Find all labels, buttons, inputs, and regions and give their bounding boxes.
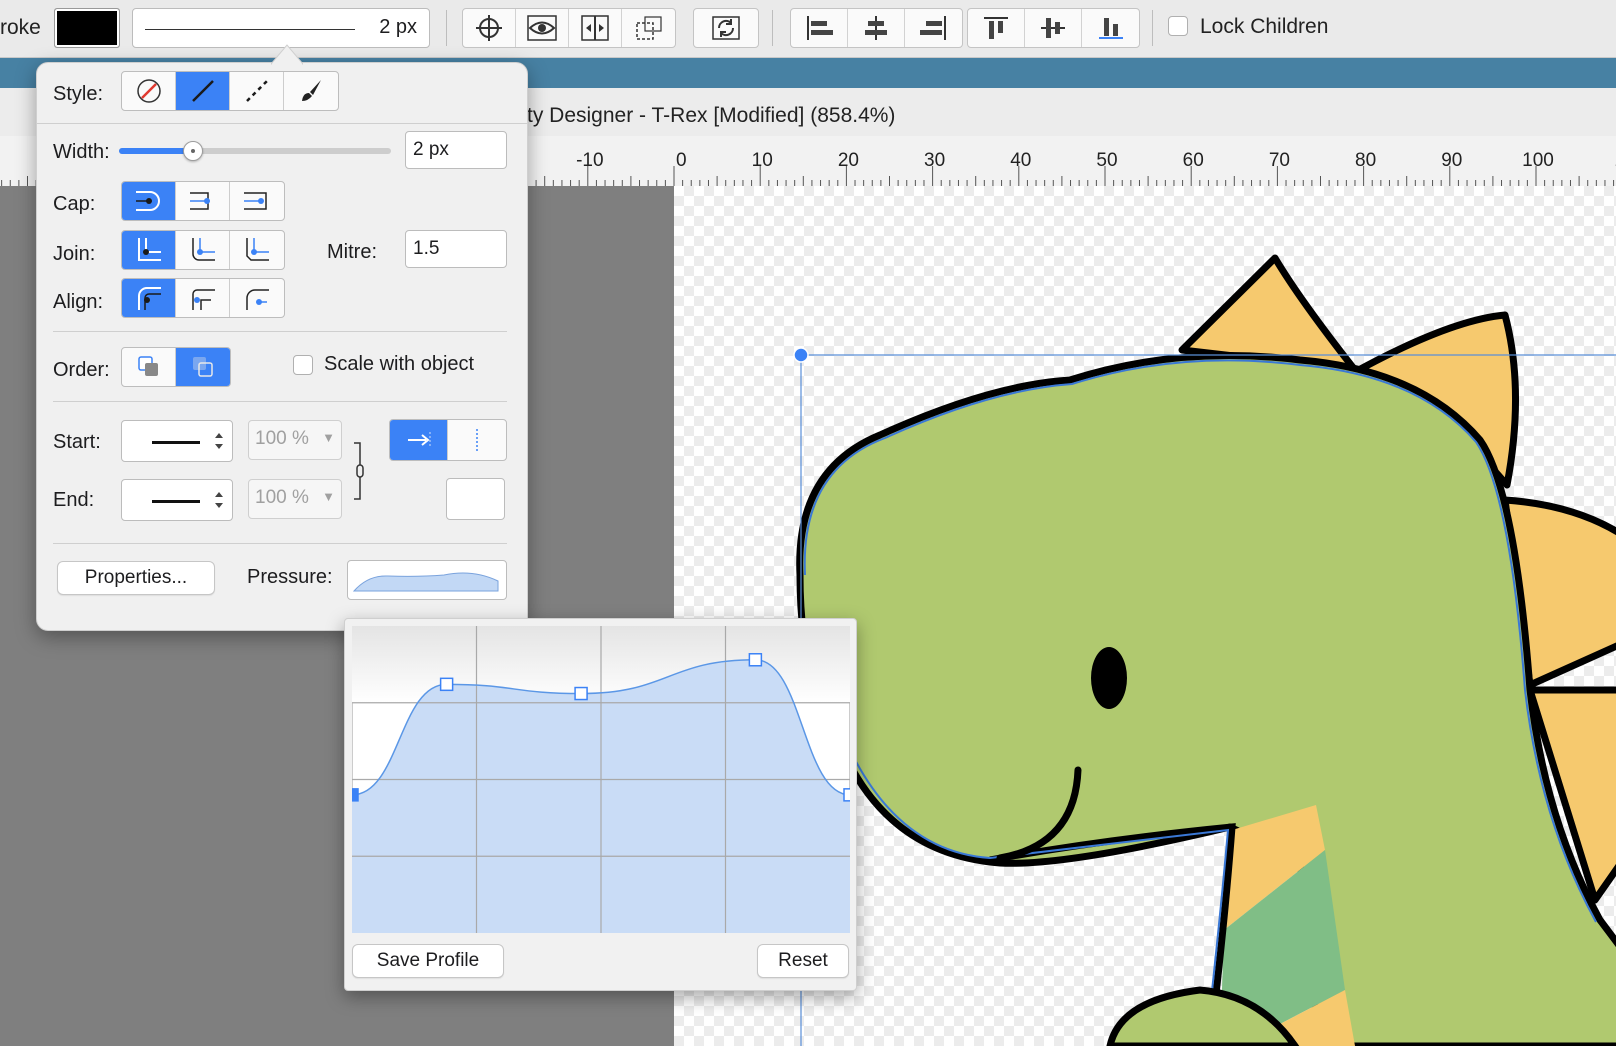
save-profile-button[interactable]: Save Profile [352,944,504,978]
mitre-join-icon [137,238,161,261]
style-label: Style: [53,83,104,105]
style-solid-button[interactable] [176,72,230,110]
pressure-control-point[interactable] [748,653,763,667]
width-label: Width: [53,141,110,163]
order-front-button[interactable] [176,348,230,386]
dotted-line-icon [476,429,478,451]
cap-segment [121,181,285,221]
order-behind-button[interactable] [122,348,176,386]
align-outside-button[interactable] [230,279,284,317]
arrow-right-icon [407,432,430,448]
join-round-button[interactable] [176,231,230,269]
stroke-options-popover: Style: Width: 2 px Cap: Join: Mitre: 1.5… [36,44,528,631]
arrowhead-position-segment [389,419,507,461]
style-none-button[interactable] [122,72,176,110]
pressure-control-point[interactable] [352,788,359,802]
arrowhead-extra-button[interactable] [446,478,505,520]
pressure-thumbnail [352,572,499,592]
round-join-icon [191,238,215,261]
width-slider-track[interactable] [119,141,391,161]
chevron-down-icon: ▼ [322,430,335,445]
butt-cap-icon [135,191,160,211]
end-label: End: [53,489,95,511]
style-dashed-button[interactable] [230,72,284,110]
pressure-graph[interactable] [352,626,850,933]
start-stepper-arrows-icon [215,433,223,449]
round-cap-icon [189,192,210,210]
align-center-stroke-icon [191,289,215,310]
align-label: Align: [53,291,104,313]
align-inside-icon [137,287,161,310]
dashed-line-icon [245,80,268,102]
stroke-align-segment [121,278,285,318]
start-label: Start: [53,431,101,453]
dino-body[interactable] [796,352,1616,1046]
scale-with-object-checkbox[interactable] [293,355,313,375]
reset-button[interactable]: Reset [757,944,849,978]
no-stroke-icon [136,79,161,103]
align-center-stroke-button[interactable] [176,279,230,317]
join-segment [121,230,285,270]
arrow-beyond-button[interactable] [390,420,448,460]
cap-round-button[interactable] [176,182,230,220]
start-arrowhead-dropdown[interactable] [121,420,233,462]
square-cap-icon [244,192,267,210]
join-bevel-button[interactable] [230,231,284,269]
cap-butt-button[interactable] [122,182,176,220]
stroke-front-icon [193,357,213,377]
stroke-behind-icon [137,356,158,376]
selection-handle[interactable] [793,347,809,363]
pressure-control-point[interactable] [574,686,588,701]
order-segment [121,347,231,387]
style-brush-button[interactable] [284,72,338,110]
solid-line-icon [191,80,214,102]
scale-with-object-label: Scale with object [324,353,475,375]
dino-eye [1091,647,1127,709]
pressure-label: Pressure: [247,566,333,588]
end-scale-dropdown[interactable]: 100 % ▼ [248,479,342,519]
join-mitre-button[interactable] [122,231,176,269]
cap-square-button[interactable] [230,182,284,220]
arrow-at-end-button[interactable] [448,420,506,460]
cap-label: Cap: [53,193,96,215]
order-label: Order: [53,359,110,381]
join-label: Join: [53,243,96,265]
pressure-control-point[interactable] [439,677,454,692]
mitre-label: Mitre: [327,241,377,263]
end-scale-value: 100 % [255,487,309,508]
mitre-input[interactable]: 1.5 [405,230,507,268]
end-arrowhead-dropdown[interactable] [121,479,233,521]
chevron-down-icon: ▼ [322,489,335,504]
width-slider-fill [119,148,193,154]
popover-arrow [271,44,303,65]
end-stepper-arrows-icon [215,492,223,508]
link-scale-icon[interactable] [351,441,365,501]
pressure-profile-popup: Save Profile Reset [344,618,857,991]
stroke-style-segment [121,71,339,111]
align-inside-button[interactable] [122,279,176,317]
brush-icon [302,80,321,101]
width-input[interactable]: 2 px [405,131,507,169]
properties-button[interactable]: Properties... [57,561,215,595]
pressure-preview-button[interactable] [347,560,507,600]
start-scale-dropdown[interactable]: 100 % ▼ [248,420,342,460]
bevel-join-icon [246,238,269,261]
align-outside-icon [246,289,269,310]
width-slider-knob[interactable] [183,141,204,161]
start-scale-value: 100 % [255,428,309,449]
pressure-control-point[interactable] [843,788,850,802]
